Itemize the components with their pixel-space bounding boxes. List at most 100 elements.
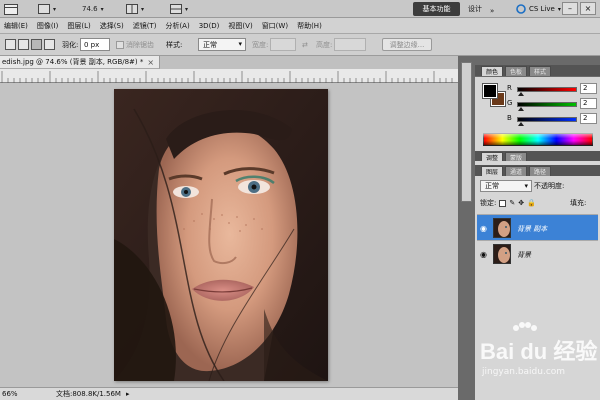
layer-thumbnail: [493, 244, 511, 264]
style-value: 正常: [203, 40, 217, 49]
style-select[interactable]: 正常 ▾: [198, 38, 246, 51]
blue-slider[interactable]: B 2: [507, 113, 597, 127]
status-bar: 66% 文档:808.8K/1.56M ▸: [0, 387, 458, 400]
workspace-more-icon[interactable]: »: [490, 7, 494, 15]
refine-edge-button[interactable]: 调整边缘...: [382, 38, 432, 51]
menu-view[interactable]: 视图(V): [228, 21, 252, 31]
arrange-documents-icon[interactable]: ▾: [126, 2, 144, 16]
watermark-url: jingyan.baidu.com: [482, 367, 566, 377]
green-slider[interactable]: G 2: [507, 98, 597, 112]
antialias-label: 消除锯齿: [126, 41, 154, 49]
green-label: G: [507, 99, 513, 107]
watermark-main-text: Bai du 经验: [480, 339, 598, 364]
red-value[interactable]: 2: [580, 83, 597, 94]
layer-row-background-copy[interactable]: ◉ 背景 副本: [477, 214, 598, 240]
blend-mode-value: 正常: [485, 182, 499, 190]
opacity-label: 不透明度:: [534, 182, 565, 190]
layer-name[interactable]: 背景: [517, 250, 531, 260]
close-button[interactable]: ×: [580, 2, 596, 15]
extras-icon[interactable]: ▾: [170, 2, 188, 16]
layer-thumbnail: [493, 218, 511, 238]
lock-position-icon[interactable]: ✥: [518, 199, 524, 207]
menu-filter[interactable]: 滤镜(T): [133, 21, 157, 31]
green-track[interactable]: [517, 102, 577, 107]
lock-row: 锁定: ✎ ✥ 🔒: [480, 198, 536, 208]
feather-input[interactable]: 0 px: [80, 38, 110, 51]
color-spectrum-shade: [483, 133, 593, 146]
green-thumb[interactable]: [518, 107, 524, 111]
baidu-jingyan-watermark: Bai du 经验 jingyan.baidu.com: [470, 322, 600, 382]
menu-analysis[interactable]: 分析(A): [165, 21, 189, 31]
feather-label: 羽化:: [62, 41, 79, 49]
tab-color[interactable]: 颜色: [481, 66, 504, 76]
zoom-value: 74.6: [82, 5, 98, 13]
menu-image[interactable]: 图像(I): [37, 21, 59, 31]
status-document-size: 文档:808.8K/1.56M: [56, 390, 121, 398]
document-tab[interactable]: edish.jpg @ 74.6% (背景 副本, RGB/8#) * ×: [0, 56, 160, 69]
screen-mode-icon[interactable]: ▾: [38, 2, 56, 16]
antialias-checkbox[interactable]: 消除锯齿: [116, 39, 154, 51]
lock-transparent-icon[interactable]: [499, 199, 507, 207]
width-input[interactable]: [270, 38, 296, 51]
workspace-design-button[interactable]: 设计: [464, 2, 486, 16]
blue-value[interactable]: 2: [580, 113, 597, 124]
height-label: 高度:: [316, 41, 333, 49]
tab-layers[interactable]: 图层: [481, 166, 504, 176]
vertical-scrollbar[interactable]: [461, 62, 472, 202]
document-tab-title: edish.jpg @ 74.6% (背景 副本, RGB/8#) *: [2, 58, 144, 66]
menu-help[interactable]: 帮助(H): [297, 21, 322, 31]
menu-select[interactable]: 选择(S): [100, 21, 124, 31]
green-value[interactable]: 2: [580, 98, 597, 109]
minimize-button[interactable]: –: [562, 2, 578, 15]
menu-bar: 编辑(E) 图像(I) 图层(L) 选择(S) 滤镜(T) 分析(A) 3D(D…: [0, 18, 600, 34]
tab-styles[interactable]: 样式: [529, 66, 552, 76]
red-track[interactable]: [517, 87, 577, 92]
cs-live-icon: [516, 4, 526, 14]
red-thumb[interactable]: [518, 92, 524, 96]
application-bar: ▾ 74.6 ▾ ▾ ▾ 基本功能 设计 » CS Live ▾ – ×: [0, 0, 600, 18]
lock-pixels-icon[interactable]: ✎: [509, 199, 515, 207]
portrait-photo: [114, 89, 328, 381]
layer-row-background[interactable]: ◉ 背景: [477, 240, 598, 266]
color-panel: R 2 G 2 B 2: [475, 77, 600, 155]
tab-paths[interactable]: 路径: [529, 166, 552, 176]
style-label: 样式:: [166, 41, 183, 49]
fill-label: 填充:: [570, 199, 587, 207]
lock-label: 锁定:: [480, 199, 497, 207]
height-input[interactable]: [334, 38, 366, 51]
red-label: R: [507, 84, 512, 92]
layout-icon[interactable]: [4, 2, 18, 16]
close-document-icon[interactable]: ×: [147, 58, 154, 67]
document-area: edish.jpg @ 74.6% (背景 副本, RGB/8#) * × 66…: [0, 56, 458, 400]
options-bar: 羽化: 0 px 消除锯齿 样式: 正常 ▾ 宽度: ⇄ 高度: 调整边缘...: [0, 34, 600, 56]
blend-mode-select[interactable]: 正常 ▾: [480, 180, 532, 192]
status-zoom[interactable]: 66%: [2, 390, 18, 398]
add-to-selection-icon[interactable]: [18, 39, 29, 50]
workspace-essentials-button[interactable]: 基本功能: [413, 2, 460, 16]
color-panel-tabs: 颜色 色板 样式: [475, 65, 600, 76]
tab-swatches[interactable]: 色板: [505, 66, 528, 76]
cs-live-label: CS Live: [529, 5, 555, 13]
red-slider[interactable]: R 2: [507, 83, 597, 97]
cs-live-button[interactable]: CS Live ▾: [516, 2, 561, 16]
menu-edit[interactable]: 编辑(E): [4, 21, 28, 31]
layer-visibility-eye-icon[interactable]: ◉: [480, 250, 487, 259]
menu-3d[interactable]: 3D(D): [199, 22, 220, 30]
intersect-selection-icon[interactable]: [44, 39, 55, 50]
lock-all-icon[interactable]: 🔒: [527, 199, 536, 207]
blue-track[interactable]: [517, 117, 577, 122]
menu-layer[interactable]: 图层(L): [67, 21, 90, 31]
tab-channels[interactable]: 通道: [505, 166, 528, 176]
canvas[interactable]: [0, 83, 458, 387]
status-menu-icon[interactable]: ▸: [126, 390, 130, 398]
blue-thumb[interactable]: [518, 122, 524, 126]
layers-panel-tabs: 图层 通道 路径: [475, 165, 600, 176]
menu-window[interactable]: 窗口(W): [262, 21, 288, 31]
layer-name[interactable]: 背景 副本: [517, 224, 547, 234]
new-selection-icon[interactable]: [5, 39, 16, 50]
zoom-dropdown[interactable]: 74.6 ▾: [82, 2, 104, 16]
subtract-selection-icon[interactable]: [31, 39, 42, 50]
foreground-color-swatch[interactable]: [482, 83, 498, 99]
layer-visibility-eye-icon[interactable]: ◉: [480, 224, 487, 233]
swap-dimensions-icon[interactable]: ⇄: [302, 39, 308, 51]
